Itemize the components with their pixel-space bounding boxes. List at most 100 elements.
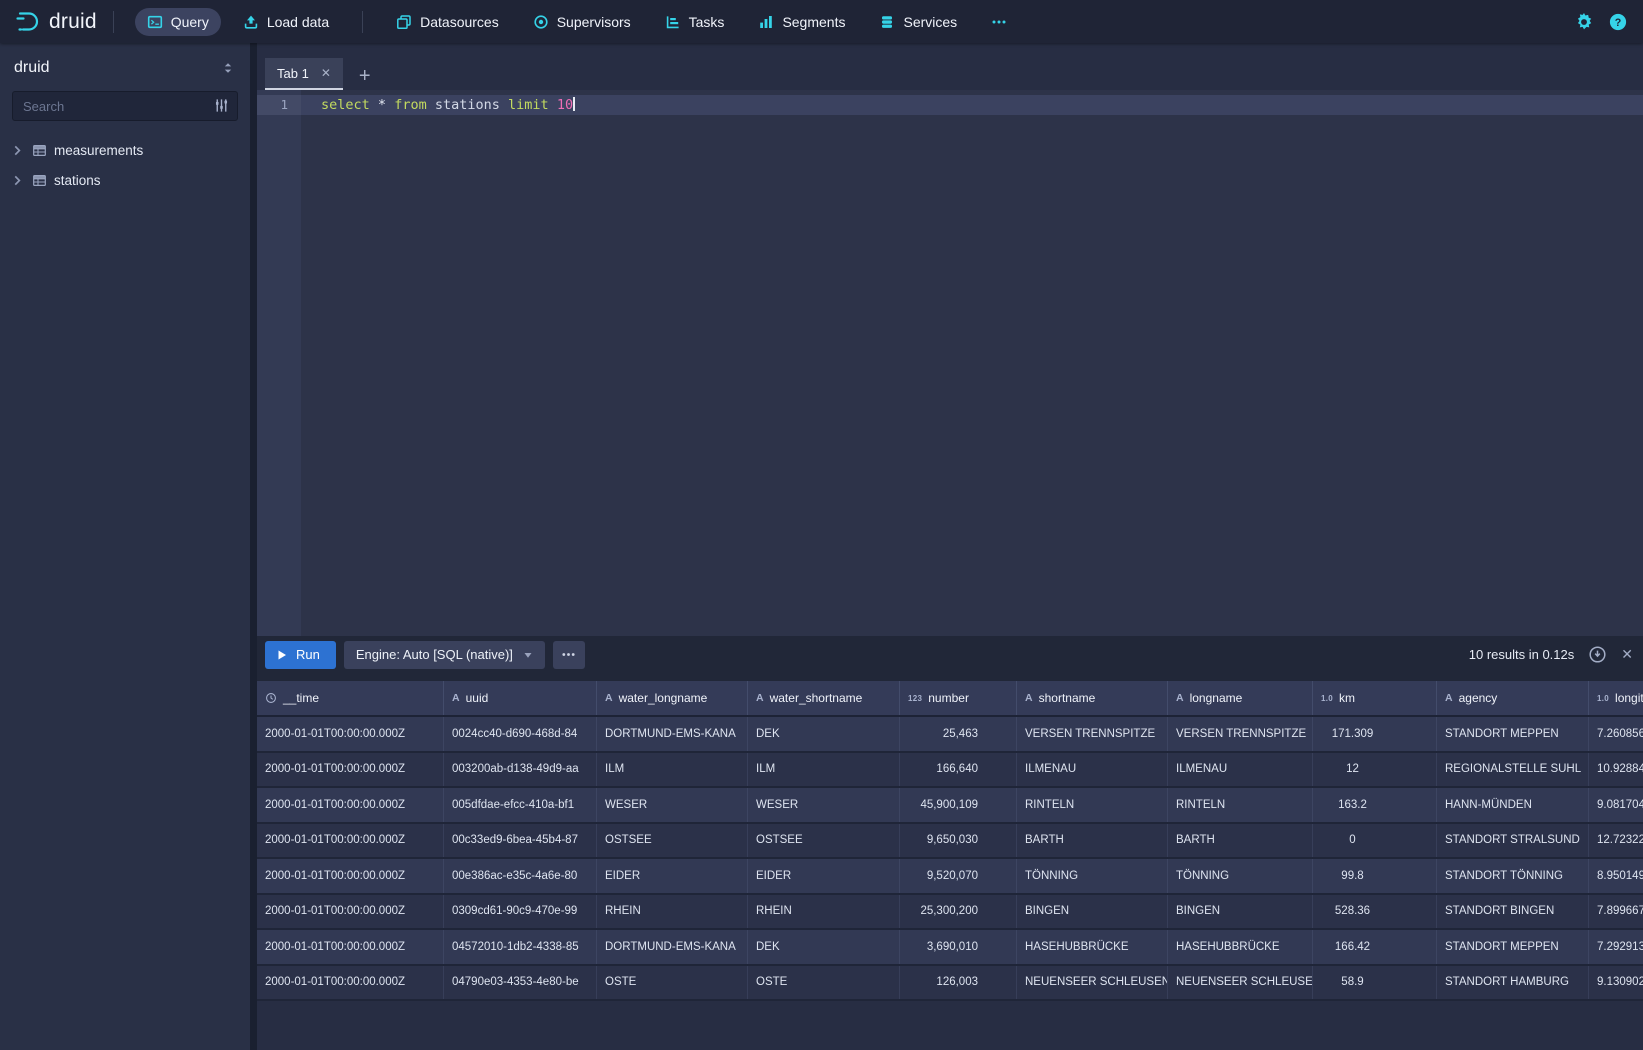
table-cell[interactable]: 166,640 xyxy=(900,753,1017,787)
table-cell[interactable]: STANDORT MEPPEN xyxy=(1437,930,1589,964)
column-header-longname[interactable]: Alongname xyxy=(1168,681,1313,715)
table-cell[interactable]: ILMENAU xyxy=(1168,753,1313,787)
table-cell[interactable]: STANDORT BINGEN xyxy=(1437,895,1589,929)
table-cell[interactable]: STANDORT MEPPEN xyxy=(1437,717,1589,751)
run-button[interactable]: Run xyxy=(265,641,336,669)
table-cell[interactable]: 2000-01-01T00:00:00.000Z xyxy=(257,717,444,751)
table-cell[interactable]: RHEIN xyxy=(748,895,900,929)
table-cell[interactable]: OSTSEE xyxy=(597,824,748,858)
tab-tab-1[interactable]: Tab 1 ✕ xyxy=(265,58,343,90)
nav-item-segments[interactable]: Segments xyxy=(746,8,857,36)
table-cell[interactable]: 003200ab-d138-49d9-aa xyxy=(444,753,597,787)
table-cell[interactable]: 2000-01-01T00:00:00.000Z xyxy=(257,788,444,822)
table-cell[interactable]: VERSEN TRENNSPITZE xyxy=(1168,717,1313,751)
table-cell[interactable]: BARTH xyxy=(1168,824,1313,858)
table-cell[interactable]: 9.081704 xyxy=(1589,788,1643,822)
nav-item-services[interactable]: Services xyxy=(867,8,969,36)
table-cell[interactable]: DEK xyxy=(748,930,900,964)
table-cell[interactable]: 9,650,030 xyxy=(900,824,1017,858)
table-cell[interactable]: 45,900,109 xyxy=(900,788,1017,822)
new-tab-button[interactable]: + xyxy=(359,66,371,86)
sidebar-table-measurements[interactable]: measurements xyxy=(0,135,250,165)
chevron-right-icon[interactable] xyxy=(10,173,25,188)
table-cell[interactable]: BINGEN xyxy=(1168,895,1313,929)
table-cell[interactable]: RINTELN xyxy=(1017,788,1168,822)
table-cell[interactable]: 528.36 xyxy=(1313,895,1437,929)
table-cell[interactable]: REGIONALSTELLE SUHL xyxy=(1437,753,1589,787)
table-cell[interactable]: 00e386ac-e35c-4a6e-80 xyxy=(444,859,597,893)
table-cell[interactable]: STANDORT STRALSUND xyxy=(1437,824,1589,858)
table-cell[interactable]: TÖNNING xyxy=(1168,859,1313,893)
table-cell[interactable]: EIDER xyxy=(748,859,900,893)
table-cell[interactable]: 2000-01-01T00:00:00.000Z xyxy=(257,824,444,858)
table-cell[interactable]: ILMENAU xyxy=(1017,753,1168,787)
column-header-number[interactable]: 123number xyxy=(900,681,1017,715)
column-header-shortname[interactable]: Ashortname xyxy=(1017,681,1168,715)
table-cell[interactable]: 3,690,010 xyxy=(900,930,1017,964)
nav-item-load-data[interactable]: Load data xyxy=(231,8,341,36)
help-icon[interactable]: ? xyxy=(1609,13,1627,31)
table-cell[interactable]: DORTMUND-EMS-KANA xyxy=(597,930,748,964)
table-cell[interactable]: DORTMUND-EMS-KANA xyxy=(597,717,748,751)
table-cell[interactable]: OSTE xyxy=(748,966,900,1000)
table-cell[interactable]: 2000-01-01T00:00:00.000Z xyxy=(257,966,444,1000)
table-cell[interactable]: 12 xyxy=(1313,753,1437,787)
table-cell[interactable]: 126,003 xyxy=(900,966,1017,1000)
table-cell[interactable]: 0309cd61-90c9-470e-99 xyxy=(444,895,597,929)
table-cell[interactable]: EIDER xyxy=(597,859,748,893)
druid-logo[interactable]: druid xyxy=(14,9,97,35)
close-results-icon[interactable]: ✕ xyxy=(1621,647,1633,663)
column-header-water_longname[interactable]: Awater_longname xyxy=(597,681,748,715)
table-cell[interactable]: VERSEN TRENNSPITZE xyxy=(1017,717,1168,751)
table-cell[interactable]: 2000-01-01T00:00:00.000Z xyxy=(257,753,444,787)
search-input[interactable] xyxy=(12,91,238,121)
table-cell[interactable]: WESER xyxy=(597,788,748,822)
table-cell[interactable]: 58.9 xyxy=(1313,966,1437,1000)
table-cell[interactable]: HASEHUBBRÜCKE xyxy=(1017,930,1168,964)
table-cell[interactable]: ILM xyxy=(748,753,900,787)
table-cell[interactable]: WESER xyxy=(748,788,900,822)
table-cell[interactable]: 7.292913 xyxy=(1589,930,1643,964)
filter-sliders-icon[interactable] xyxy=(213,97,230,114)
table-cell[interactable]: BARTH xyxy=(1017,824,1168,858)
table-cell[interactable]: 00c33ed9-6bea-45b4-87 xyxy=(444,824,597,858)
table-cell[interactable]: STANDORT HAMBURG xyxy=(1437,966,1589,1000)
query-editor[interactable]: 1 select * from stations limit 10 xyxy=(257,90,1643,636)
table-cell[interactable]: NEUENSEER SCHLEUSEN xyxy=(1017,966,1168,1000)
table-cell[interactable]: 12.723226 xyxy=(1589,824,1643,858)
nav-item-tasks[interactable]: Tasks xyxy=(653,8,737,36)
column-header-agency[interactable]: Aagency xyxy=(1437,681,1589,715)
table-cell[interactable]: TÖNNING xyxy=(1017,859,1168,893)
table-cell[interactable]: 005dfdae-efcc-410a-bf1 xyxy=(444,788,597,822)
table-cell[interactable]: 25,300,200 xyxy=(900,895,1017,929)
tab-close-icon[interactable]: ✕ xyxy=(321,66,331,80)
code-line[interactable]: 1 select * from stations limit 10 xyxy=(257,95,1643,115)
table-cell[interactable]: OSTE xyxy=(597,966,748,1000)
table-cell[interactable]: 2000-01-01T00:00:00.000Z xyxy=(257,859,444,893)
table-cell[interactable]: HASEHUBBRÜCKE xyxy=(1168,930,1313,964)
table-cell[interactable]: 0 xyxy=(1313,824,1437,858)
table-cell[interactable]: 171.309 xyxy=(1313,717,1437,751)
table-cell[interactable]: DEK xyxy=(748,717,900,751)
column-header-longitude[interactable]: 1.0longitude xyxy=(1589,681,1643,715)
table-cell[interactable]: 25,463 xyxy=(900,717,1017,751)
table-cell[interactable]: NEUENSEER SCHLEUSEN xyxy=(1168,966,1313,1000)
table-cell[interactable]: 2000-01-01T00:00:00.000Z xyxy=(257,930,444,964)
column-header-km[interactable]: 1.0km xyxy=(1313,681,1437,715)
table-cell[interactable]: RINTELN xyxy=(1168,788,1313,822)
nav-item-datasources[interactable]: Datasources xyxy=(384,8,511,36)
chevron-right-icon[interactable] xyxy=(10,143,25,158)
nav-item-more[interactable] xyxy=(979,8,1019,36)
table-cell[interactable]: 10.928843 xyxy=(1589,753,1643,787)
download-icon[interactable] xyxy=(1589,646,1606,663)
nav-item-supervisors[interactable]: Supervisors xyxy=(521,8,643,36)
schema-selector[interactable]: druid xyxy=(0,43,250,89)
table-cell[interactable]: 8.950149 xyxy=(1589,859,1643,893)
table-cell[interactable]: 7.899667 xyxy=(1589,895,1643,929)
table-cell[interactable]: 7.260856 xyxy=(1589,717,1643,751)
table-cell[interactable]: OSTSEE xyxy=(748,824,900,858)
table-cell[interactable]: 04790e03-4353-4e80-be xyxy=(444,966,597,1000)
table-cell[interactable]: 163.2 xyxy=(1313,788,1437,822)
table-cell[interactable]: 166.42 xyxy=(1313,930,1437,964)
engine-select-button[interactable]: Engine: Auto [SQL (native)] xyxy=(344,641,545,669)
